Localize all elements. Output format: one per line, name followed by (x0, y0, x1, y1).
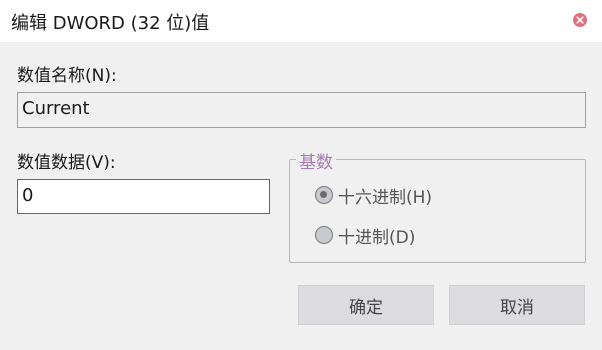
value-data-input[interactable]: 0 (17, 179, 270, 214)
ok-button[interactable]: 确定 (298, 285, 434, 325)
radio-decimal[interactable]: 十进制(D) (315, 224, 416, 248)
radio-dec-label: 十进制(D) (338, 227, 416, 248)
value-name-label: 数值名称(N): (17, 66, 117, 86)
title-bar[interactable]: 编辑 DWORD (32 位)值 (0, 0, 602, 42)
cancel-button[interactable]: 取消 (449, 285, 585, 325)
radio-hex-button[interactable] (315, 186, 333, 204)
value-data-label: 数值数据(V): (17, 153, 116, 173)
radio-dec-button[interactable] (315, 226, 333, 244)
base-legend: 基数 (296, 148, 336, 173)
base-groupbox (289, 159, 586, 263)
dialog-title: 编辑 DWORD (32 位)值 (11, 13, 210, 34)
radio-hexadecimal[interactable]: 十六进制(H) (315, 184, 433, 208)
radio-hex-label: 十六进制(H) (338, 187, 433, 208)
value-name-field: Current (17, 92, 586, 128)
close-icon[interactable] (572, 12, 588, 28)
edit-dword-dialog: 编辑 DWORD (32 位)值 数值名称(N): Current 数值数据(V… (0, 0, 602, 350)
